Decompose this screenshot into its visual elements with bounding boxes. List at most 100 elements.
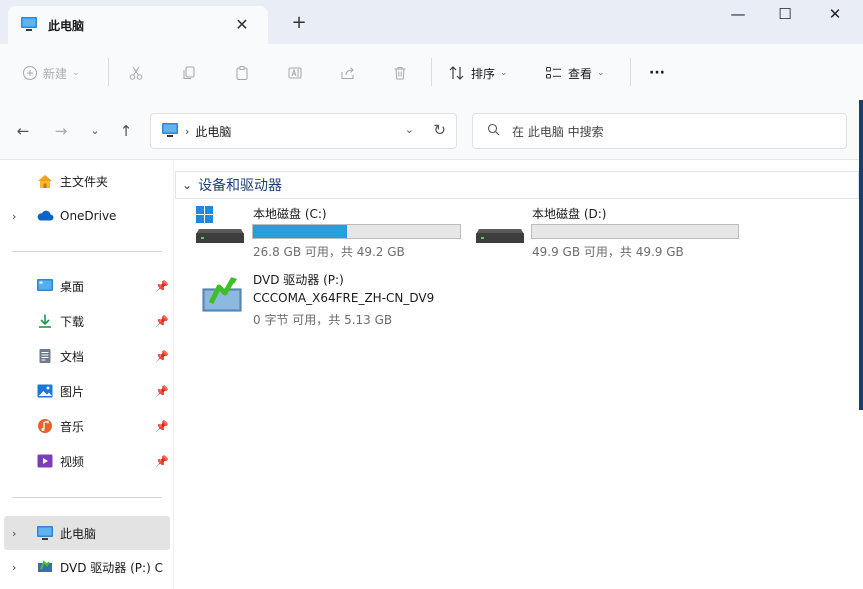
pin-icon[interactable]: 📌 <box>155 280 169 293</box>
forward-arrow-icon[interactable]: → <box>50 120 72 142</box>
sidebar-item-pictures[interactable]: 图片 📌 <box>0 376 174 406</box>
drive-volume-label: CCCOMA_X64FRE_ZH-CN_DV9 <box>253 291 435 305</box>
computer-icon <box>36 525 54 544</box>
sidebar-divider <box>12 497 162 498</box>
toolbar-divider <box>108 58 109 86</box>
trash-icon <box>392 65 408 81</box>
video-icon <box>36 453 54 472</box>
group-title: 设备和驱动器 <box>198 178 283 194</box>
new-tab-button[interactable]: + <box>288 12 310 34</box>
cut-icon <box>128 65 144 81</box>
sort-button[interactable]: 排序 ⌄ <box>448 62 508 84</box>
sidebar-item-label: 下载 <box>60 314 85 329</box>
breadcrumb-this-pc[interactable]: 此电脑 <box>195 123 231 140</box>
download-icon <box>36 313 54 332</box>
recent-locations-chevron-icon[interactable]: ⌄ <box>84 120 106 142</box>
desktop-icon <box>36 278 54 295</box>
collapse-chevron-icon[interactable]: ⌄ <box>182 178 192 192</box>
hard-drive-icon <box>475 205 525 248</box>
view-label: 查看 <box>568 66 593 81</box>
expand-chevron-icon[interactable]: › <box>12 210 16 223</box>
sidebar-item-label: OneDrive <box>60 209 117 223</box>
sidebar-item-documents[interactable]: 文档 📌 <box>0 341 174 371</box>
drive-c[interactable]: 本地磁盘 (C:) 26.8 GB 可用，共 49.2 GB <box>195 205 465 261</box>
window-edge-strip <box>859 100 863 410</box>
sidebar-item-desktop[interactable]: 桌面 📌 <box>0 271 174 301</box>
expand-chevron-icon[interactable]: › <box>12 527 16 540</box>
back-arrow-icon[interactable]: ← <box>12 120 34 142</box>
sort-label: 排序 <box>471 66 496 81</box>
copy-button[interactable] <box>181 62 197 84</box>
cloud-icon <box>36 208 54 225</box>
sidebar-item-this-pc[interactable]: › 此电脑 <box>4 516 170 550</box>
chevron-down-icon: ⌄ <box>500 68 508 78</box>
group-header-devices[interactable]: ⌄ 设备和驱动器 <box>175 171 859 199</box>
drive-d[interactable]: 本地磁盘 (D:) 49.9 GB 可用，共 49.9 GB <box>475 205 745 261</box>
sidebar-item-label: 桌面 <box>60 279 85 294</box>
sidebar-item-onedrive[interactable]: › OneDrive <box>0 201 174 231</box>
chevron-down-icon: ⌄ <box>597 68 605 78</box>
share-icon <box>340 65 356 81</box>
pin-icon[interactable]: 📌 <box>155 350 169 363</box>
breadcrumb-chevron-icon: › <box>185 124 190 138</box>
drive-usage-bar <box>252 224 461 239</box>
dvd-drive-icon <box>201 275 245 316</box>
rename-button[interactable] <box>287 62 303 84</box>
sidebar-item-home[interactable]: 主文件夹 <box>0 166 174 196</box>
drive-info: 49.9 GB 可用，共 49.9 GB <box>532 245 684 259</box>
new-label: 新建 <box>43 66 68 81</box>
sidebar-item-downloads[interactable]: 下载 📌 <box>0 306 174 336</box>
minimize-button[interactable]: — <box>713 0 763 30</box>
expand-chevron-icon[interactable]: › <box>12 561 16 574</box>
navigation-pane: 主文件夹 › OneDrive 桌面 📌 下载 📌 文档 📌 图片 📌 音乐 📌… <box>0 161 174 589</box>
maximize-button[interactable]: ☐ <box>760 0 810 30</box>
more-options-button[interactable]: ··· <box>649 62 665 84</box>
sidebar-item-videos[interactable]: 视频 📌 <box>0 446 174 476</box>
sidebar-item-music[interactable]: 音乐 📌 <box>0 411 174 441</box>
windows-drive-icon <box>195 205 245 248</box>
delete-button[interactable] <box>392 62 408 84</box>
up-arrow-icon[interactable]: ↑ <box>115 120 137 142</box>
clipboard-icon <box>234 65 250 81</box>
chevron-down-icon: ⌄ <box>72 68 80 78</box>
refresh-icon[interactable]: ↻ <box>433 121 446 139</box>
sidebar-item-label: 图片 <box>60 384 85 399</box>
paste-button[interactable] <box>234 62 250 84</box>
drive-usage-bar <box>531 224 739 239</box>
document-icon <box>36 348 54 367</box>
address-row: ← → ⌄ ↑ › 此电脑 ⌄ ↻ 在 此电脑 中搜索 <box>0 100 863 160</box>
computer-icon <box>20 16 38 35</box>
sort-icon <box>448 65 466 81</box>
search-input[interactable]: 在 此电脑 中搜索 <box>472 113 847 149</box>
pin-icon[interactable]: 📌 <box>155 420 169 433</box>
pin-icon[interactable]: 📌 <box>155 315 169 328</box>
view-button[interactable]: 查看 ⌄ <box>545 62 605 84</box>
copy-icon <box>181 65 197 81</box>
cut-button[interactable] <box>128 62 144 84</box>
rename-icon <box>287 65 303 81</box>
sidebar-item-label: 此电脑 <box>60 526 97 541</box>
search-placeholder: 在 此电脑 中搜索 <box>512 124 604 139</box>
plus-circle-icon <box>22 65 38 81</box>
drive-dvd[interactable]: DVD 驱动器 (P:) CCCOMA_X64FRE_ZH-CN_DV9 0 字… <box>195 269 495 329</box>
address-dropdown-icon[interactable]: ⌄ <box>405 123 414 136</box>
sidebar-item-label: DVD 驱动器 (P:) C <box>60 560 163 575</box>
tab-this-pc[interactable]: 此电脑 ✕ <box>8 6 268 44</box>
toolbar-divider <box>431 58 432 86</box>
pin-icon[interactable]: 📌 <box>155 385 169 398</box>
home-icon <box>36 173 54 192</box>
pin-icon[interactable]: 📌 <box>155 455 169 468</box>
sidebar-item-label: 主文件夹 <box>60 174 109 189</box>
command-bar: 新建 ⌄ 排序 ⌄ 查看 ⌄ ··· <box>0 44 863 100</box>
share-button[interactable] <box>340 62 356 84</box>
tab-close-icon[interactable]: ✕ <box>232 15 252 35</box>
music-icon <box>36 418 54 437</box>
view-list-icon <box>545 65 563 81</box>
address-bar[interactable]: › 此电脑 ⌄ ↻ <box>150 113 457 149</box>
new-button[interactable]: 新建 ⌄ <box>22 62 80 84</box>
sidebar-item-label: 音乐 <box>60 419 85 434</box>
drive-name: DVD 驱动器 (P:) <box>253 273 344 287</box>
dvd-drive-icon <box>36 559 54 576</box>
close-button[interactable]: ✕ <box>810 0 860 30</box>
sidebar-item-dvd-drive[interactable]: › DVD 驱动器 (P:) C <box>0 552 174 582</box>
